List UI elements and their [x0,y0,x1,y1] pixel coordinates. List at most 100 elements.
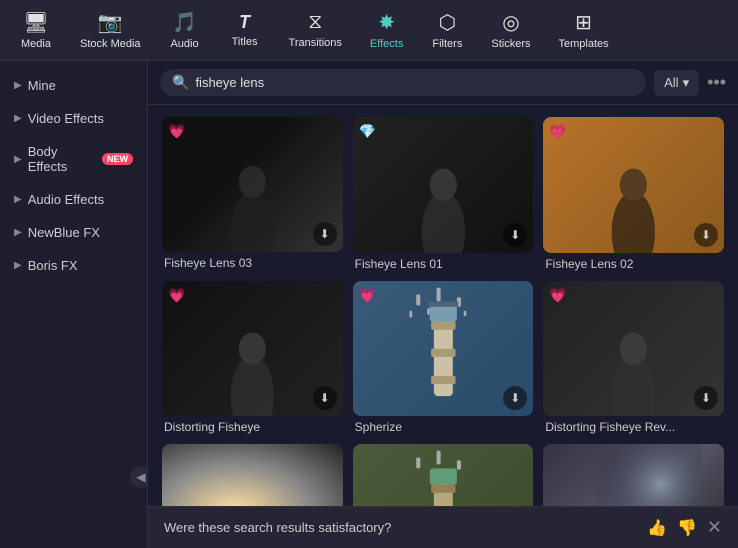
sidebar-mine-label: Mine [28,78,56,93]
filter-dropdown[interactable]: All ▾ [654,70,699,96]
media-icon: 🖥 [23,10,48,35]
nav-templates-label: Templates [558,38,608,50]
search-icon: 🔍 [172,74,189,91]
thumbnail-fisheye-01: 💎 ⬇ [353,117,534,253]
thumbnail-fisheye-02: 💗 ⬇ [543,117,724,253]
sidebar-item-audio-effects[interactable]: ▶ Audio Effects [0,183,147,216]
list-item[interactable]: 💗 ⬇ Fisheye Lens 03 [162,117,343,271]
stock-media-icon: 📷 [98,10,123,35]
heart-icon: 💗 [168,123,185,140]
nav-stickers[interactable]: ◎ Stickers [481,6,540,54]
thumbnail-spherize: 💗 ⬇ [353,281,534,417]
sidebar-item-newblue-fx[interactable]: ▶ NewBlue FX [0,216,147,249]
nav-titles-label: Titles [232,36,258,48]
download-icon[interactable]: ⬇ [694,386,718,410]
sidebar-item-video-effects[interactable]: ▶ Video Effects [0,102,147,135]
search-input[interactable] [195,75,634,90]
item-label: Spherize [353,420,534,434]
list-item[interactable]: ⬇ Lens Flare6 [162,444,343,506]
nav-templates[interactable]: ⊞ Templates [548,6,618,54]
heart-icon: 💗 [549,123,566,140]
content-area: 🔍 All ▾ ••• 💗 ⬇ Fishe [148,61,738,548]
heart-icon: 💎 [359,123,376,140]
feedback-buttons: 👍 👎 ✕ [647,517,722,538]
nav-audio-label: Audio [170,38,198,50]
item-label: Distorting Fisheye Rev... [543,420,724,434]
heart-icon: 💗 [549,287,566,304]
sidebar: ▶ Mine ▶ Video Effects ▶ Body Effects NE… [0,61,148,548]
nav-filters[interactable]: ⬡ Filters [421,6,473,54]
chevron-body-effects: ▶ [14,154,22,165]
feedback-text: Were these search results satisfactory? [164,520,391,535]
nav-filters-label: Filters [432,38,462,50]
list-item[interactable]: 💗 ⬇ Fisheye Lens 02 [543,117,724,271]
item-label: Distorting Fisheye [162,420,343,434]
more-options-button[interactable]: ••• [707,72,726,93]
nav-effects-label: Effects [370,38,403,50]
item-label: Fisheye Lens 01 [353,257,534,271]
feedback-close-button[interactable]: ✕ [707,517,722,538]
sidebar-video-effects-label: Video Effects [28,111,104,126]
nav-stock-media-label: Stock Media [80,38,141,50]
nav-media[interactable]: 🖥 Media [10,6,62,54]
filters-icon: ⬡ [439,10,456,35]
list-item[interactable]: ⬇ Lens Flare 3 [543,444,724,506]
thumbnail-shape-mask: ⬇ [353,444,534,506]
download-icon[interactable]: ⬇ [313,386,337,410]
item-label: Fisheye Lens 02 [543,257,724,271]
list-item[interactable]: ⬇ Shape Mask [353,444,534,506]
list-item[interactable]: 💎 ⬇ Fisheye Lens 01 [353,117,534,271]
thumbs-down-button[interactable]: 👎 [677,518,697,538]
download-icon[interactable]: ⬇ [694,223,718,247]
chevron-boris-fx: ▶ [14,260,22,271]
stickers-icon: ◎ [502,10,519,35]
nav-audio[interactable]: 🎵 Audio [159,6,211,54]
nav-transitions-label: Transitions [289,37,342,49]
body-effects-badge: NEW [102,153,133,165]
sidebar-item-boris-fx[interactable]: ▶ Boris FX [0,249,147,282]
sidebar-item-body-effects[interactable]: ▶ Body Effects NEW [0,135,147,183]
sidebar-newblue-fx-label: NewBlue FX [28,225,100,240]
transitions-icon: ⧖ [308,11,322,34]
search-bar: 🔍 All ▾ ••• [148,61,738,105]
chevron-mine: ▶ [14,80,22,91]
sidebar-boris-fx-label: Boris FX [28,258,78,273]
effects-grid: 💗 ⬇ Fisheye Lens 03 💎 ⬇ Fisheye Lens 01 [148,105,738,506]
search-input-wrap[interactable]: 🔍 [160,69,646,96]
filter-chevron-icon: ▾ [683,75,690,91]
nav-titles[interactable]: T Titles [219,8,271,52]
nav-media-label: Media [21,38,51,50]
nav-stickers-label: Stickers [491,38,530,50]
thumbnail-lens-flare6: ⬇ [162,444,343,506]
titles-icon: T [239,12,250,33]
sidebar-collapse-btn[interactable]: ◀ [130,466,148,488]
filter-label: All [664,75,678,90]
sidebar-item-mine[interactable]: ▶ Mine [0,69,147,102]
list-item[interactable]: 💗 ⬇ Distorting Fisheye Rev... [543,281,724,435]
top-nav: 🖥 Media 📷 Stock Media 🎵 Audio T Titles ⧖… [0,0,738,61]
nav-effects[interactable]: ✸ Effects [360,6,413,54]
list-item[interactable]: 💗 ⬇ Distorting Fisheye [162,281,343,435]
thumbnail-lens-flare3: ⬇ [543,444,724,506]
chevron-audio-effects: ▶ [14,194,22,205]
chevron-video-effects: ▶ [14,113,22,124]
thumbnail-distorting-fisheye-rev: 💗 ⬇ [543,281,724,417]
main-area: ▶ Mine ▶ Video Effects ▶ Body Effects NE… [0,61,738,548]
thumbs-up-button[interactable]: 👍 [647,518,667,538]
list-item[interactable]: 💗 ⬇ Spherize [353,281,534,435]
download-icon[interactable]: ⬇ [313,222,337,246]
heart-icon: 💗 [168,287,185,304]
audio-icon: 🎵 [172,10,197,35]
chevron-newblue-fx: ▶ [14,227,22,238]
thumbnail-fisheye-03: 💗 ⬇ [162,117,343,252]
item-label: Fisheye Lens 03 [162,256,343,270]
heart-icon: 💗 [359,287,376,304]
effects-icon: ✸ [378,10,395,35]
sidebar-audio-effects-label: Audio Effects [28,192,104,207]
nav-transitions[interactable]: ⧖ Transitions [279,7,352,53]
nav-stock-media[interactable]: 📷 Stock Media [70,6,151,54]
templates-icon: ⊞ [575,10,592,35]
thumbnail-distorting-fisheye: 💗 ⬇ [162,281,343,416]
download-icon[interactable]: ⬇ [503,223,527,247]
feedback-bar: Were these search results satisfactory? … [148,506,738,548]
